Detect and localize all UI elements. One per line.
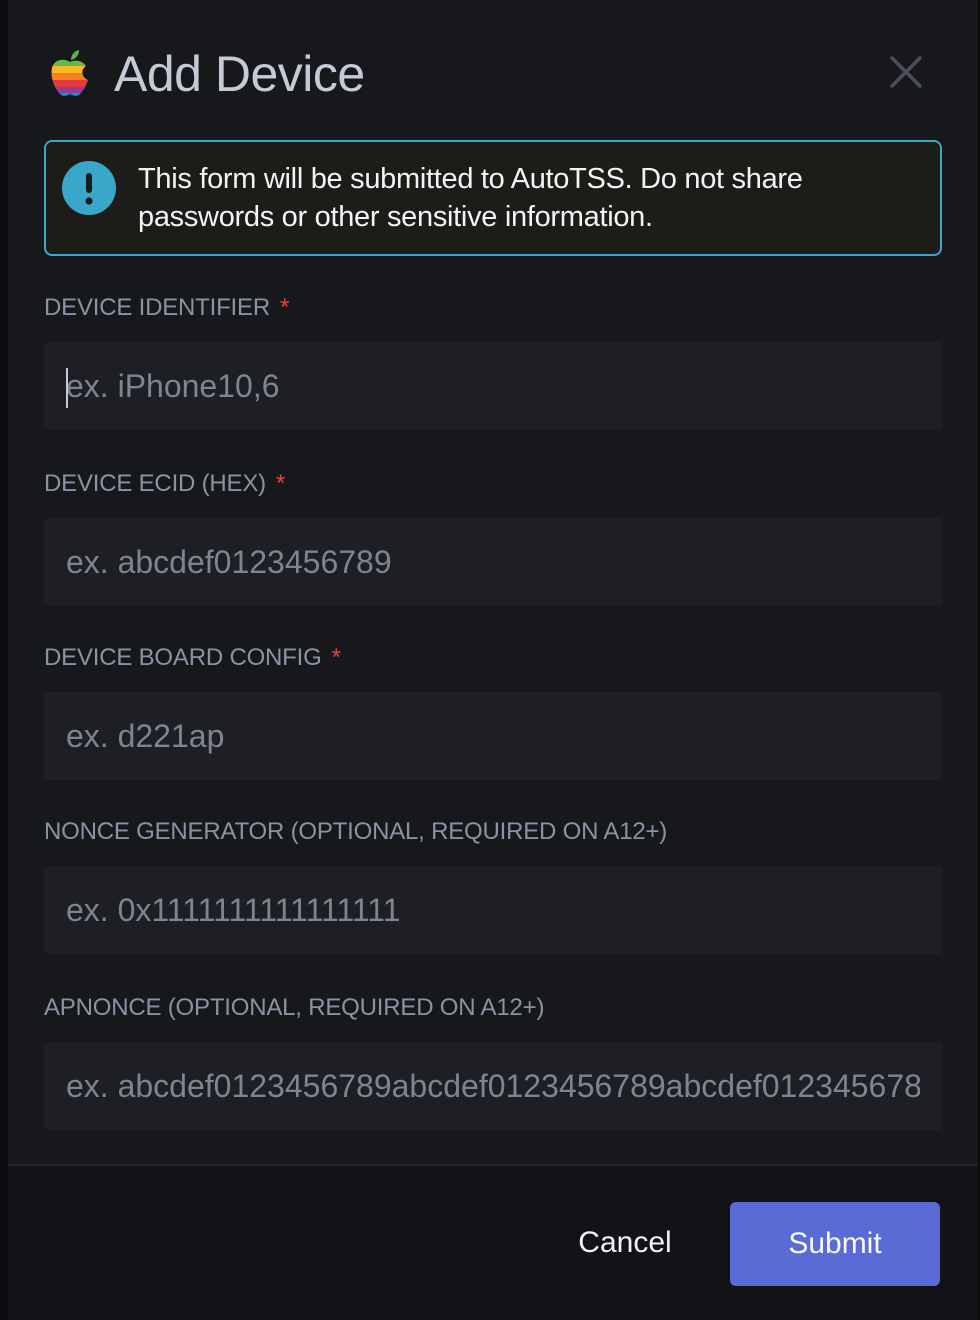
device-ecid-input[interactable]: [44, 518, 942, 606]
apnonce-label-text: APNonce (Optional, required on A12+): [44, 994, 545, 1021]
text-cursor: [66, 368, 68, 408]
required-marker: *: [279, 294, 290, 321]
device-identifier-label-text: Device Identifier: [44, 294, 270, 321]
device-identifier-label: Device Identifier *: [44, 294, 289, 322]
apnonce-label: APNonce (Optional, required on A12+): [44, 994, 544, 1022]
nonce-generator-label-text: Nonce Generator (Optional, required on A…: [44, 818, 668, 845]
nonce-generator-label: Nonce Generator (Optional, required on A…: [44, 818, 667, 846]
device-board-config-label: Device Board Config *: [44, 644, 341, 672]
notice-text: This form will be submitted to AutoTSS. …: [138, 163, 803, 233]
modal-footer: Cancel Submit: [8, 1164, 978, 1320]
device-ecid-label-text: Device ECID (Hex): [44, 470, 266, 497]
device-identifier-input[interactable]: [44, 342, 942, 430]
close-icon[interactable]: [886, 52, 926, 92]
apple-rainbow-logo-icon: [51, 50, 89, 96]
apnonce-input[interactable]: [44, 1042, 942, 1130]
submit-button[interactable]: Submit: [730, 1202, 940, 1286]
required-marker: *: [275, 470, 286, 497]
nonce-generator-input[interactable]: [44, 866, 942, 954]
required-marker: *: [331, 644, 341, 671]
device-board-config-label-text: Device Board Config: [44, 644, 322, 671]
modal-title: Add Device: [114, 46, 365, 102]
add-device-modal: Add Device This form will be submitted t…: [8, 0, 978, 1320]
warning-notice: This form will be submitted to AutoTSS. …: [44, 140, 942, 256]
exclamation-icon: [62, 161, 116, 215]
modal-header: Add Device: [48, 42, 365, 106]
device-board-config-input[interactable]: [44, 692, 942, 780]
cancel-button[interactable]: Cancel: [570, 1202, 680, 1284]
device-ecid-label: Device ECID (Hex) *: [44, 470, 285, 498]
